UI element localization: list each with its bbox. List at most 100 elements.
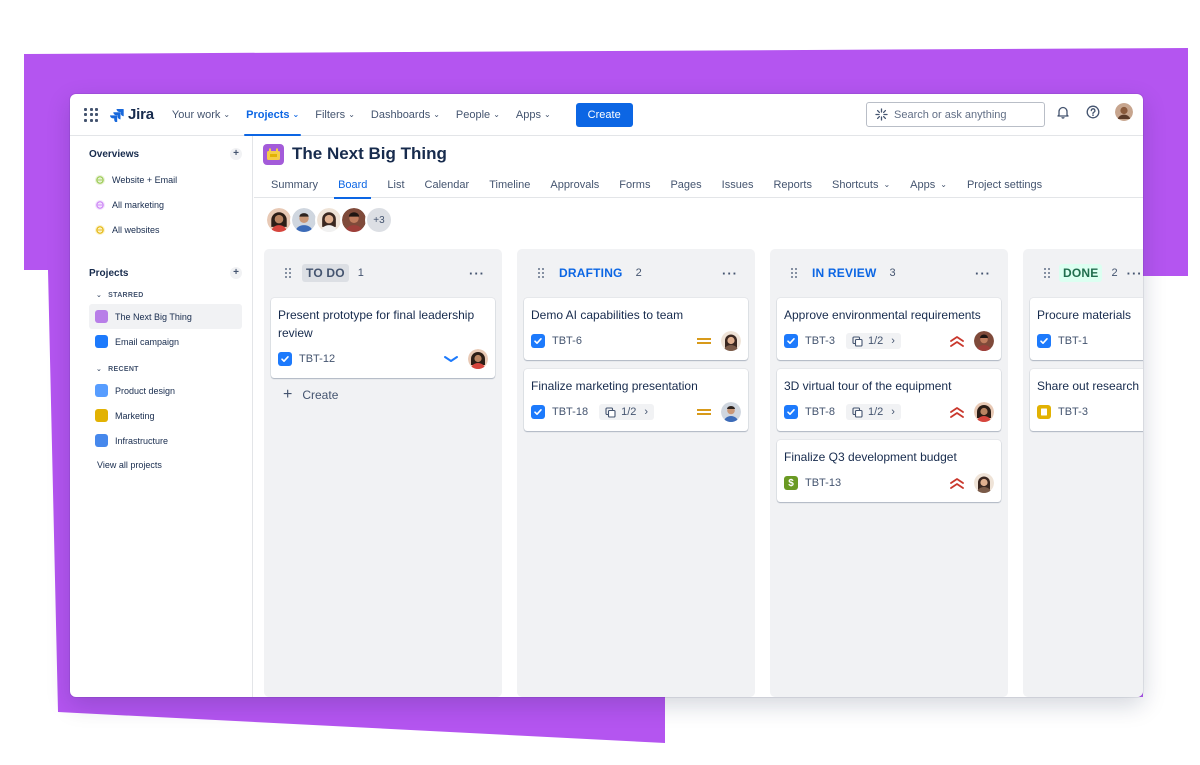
tab-forms[interactable]: Forms [609, 172, 660, 198]
chevron-down-icon: ⌄ [493, 110, 500, 119]
jira-logo[interactable]: Jira [110, 106, 154, 123]
globe-icon [95, 224, 105, 235]
subtasks-icon [605, 406, 616, 418]
tab-issues[interactable]: Issues [712, 172, 764, 198]
issue-card[interactable]: Share out research test results TBT-3 [1030, 369, 1143, 431]
nav-label: People [455, 108, 491, 121]
issue-card[interactable]: Approve environmental requirements TBT-3 1… [777, 298, 1001, 360]
more-options-icon[interactable]: ··· [469, 266, 485, 281]
tab-timeline[interactable]: Timeline [479, 172, 540, 198]
avatar[interactable] [315, 206, 343, 234]
drag-handle-icon[interactable] [538, 268, 546, 278]
tab-list[interactable]: List [377, 172, 414, 198]
assignee-avatar[interactable] [721, 331, 741, 351]
project-avatar-icon [95, 310, 108, 323]
column-header[interactable]: DRAFTING 2 ··· [524, 257, 748, 289]
nav-people[interactable]: People ⌄ [448, 94, 508, 136]
sidebar-item-all-websites[interactable]: All websites [70, 217, 252, 242]
nav-projects[interactable]: Projects ⌄ [238, 94, 307, 136]
drag-handle-icon[interactable] [791, 268, 799, 278]
view-all-projects-link[interactable]: View all projects [70, 453, 252, 477]
column-count: 3 [889, 267, 896, 279]
sidebar-item-email-campaign[interactable]: Email campaign [70, 329, 252, 354]
help-icon[interactable] [1085, 104, 1101, 120]
tab-summary[interactable]: Summary [262, 172, 328, 198]
sidebar-item-all-marketing[interactable]: All marketing [70, 192, 252, 217]
column-header[interactable]: TO DO 1 ··· [271, 257, 495, 289]
chevron-down-icon: ⌄ [348, 110, 355, 119]
tab-label: Board [338, 178, 368, 191]
subtasks-button[interactable]: 1/2 › [845, 404, 901, 420]
notifications-bell-icon[interactable] [1055, 104, 1071, 120]
priority-high-icon [949, 335, 965, 347]
avatar[interactable] [290, 206, 318, 234]
assignee-avatar[interactable] [974, 331, 994, 351]
issue-title: Demo AI capabilities to team [531, 308, 684, 322]
issue-card[interactable]: 3D virtual tour of the equipment TBT-8 1/2… [777, 369, 1001, 431]
more-options-icon[interactable]: ··· [975, 266, 991, 281]
logo-text: Jira [128, 106, 154, 123]
sidebar-item-next-big-thing[interactable]: The Next Big Thing [89, 304, 242, 329]
nav-your-work[interactable]: Your work ⌄ [164, 94, 238, 136]
drag-handle-icon[interactable] [285, 268, 293, 278]
tab-pages[interactable]: Pages [660, 172, 711, 198]
tab-shortcuts[interactable]: Shortcuts ⌄ [822, 172, 900, 198]
issue-footer: TBT-3 1/2 › [784, 328, 994, 354]
tab-approvals[interactable]: Approvals [540, 172, 609, 198]
nav-label: Projects [246, 108, 290, 121]
stage: Jira Your work ⌄ Projects ⌄ Filters ⌄ Dashb… [0, 0, 1200, 765]
starred-section[interactable]: ⌄ STARRED [70, 286, 252, 304]
add-project-icon[interactable]: + [230, 267, 242, 279]
drag-handle-icon[interactable] [1044, 268, 1050, 278]
avatar[interactable] [265, 206, 293, 234]
issue-key: TBT-1 [1058, 335, 1088, 347]
app-switcher-icon[interactable] [84, 107, 98, 122]
sidebar-item-product-design[interactable]: Product design [70, 378, 252, 403]
more-options-icon[interactable]: ··· [1127, 266, 1143, 281]
tab-apps[interactable]: Apps ⌄ [900, 172, 957, 198]
sidebar-item-marketing[interactable]: Marketing [70, 403, 252, 428]
issue-card[interactable]: Present prototype for final leadership r… [271, 298, 495, 378]
column-name: IN REVIEW [812, 266, 877, 280]
add-overview-icon[interactable]: + [230, 148, 242, 160]
recent-section[interactable]: ⌄ RECENT [70, 360, 252, 378]
tab-label: Approvals [550, 178, 600, 191]
subtasks-button[interactable]: 1/2 › [599, 404, 655, 420]
nav-dashboards[interactable]: Dashboards ⌄ [363, 94, 448, 136]
create-issue-button[interactable]: + Create [271, 379, 495, 411]
assignee-avatar[interactable] [974, 473, 994, 493]
sidebar-item-website-email[interactable]: Website + Email [70, 167, 252, 192]
tab-project-settings[interactable]: Project settings [957, 172, 1052, 198]
column-header[interactable]: DONE 2 ··· [1030, 257, 1143, 289]
issue-card[interactable]: Finalize marketing presentation TBT-18 1/2… [524, 369, 748, 431]
user-avatar[interactable] [1115, 103, 1133, 121]
nav-label: Filters [315, 108, 346, 121]
tab-board[interactable]: Board [328, 172, 377, 199]
more-people-button[interactable]: +3 [365, 206, 393, 234]
column-header[interactable]: IN REVIEW 3 ··· [777, 257, 1001, 289]
tab-calendar[interactable]: Calendar [415, 172, 480, 198]
issue-card[interactable]: Finalize Q3 development budget $ TBT-13 [777, 440, 1001, 502]
sidebar-item-infrastructure[interactable]: Infrastructure [70, 428, 252, 453]
priority-high-icon [949, 406, 965, 418]
avatar[interactable] [340, 206, 368, 234]
nav-filters[interactable]: Filters ⌄ [307, 94, 363, 136]
nav-apps[interactable]: Apps ⌄ [508, 94, 559, 136]
assignee-avatar[interactable] [974, 402, 994, 422]
assignee-avatar[interactable] [468, 349, 488, 369]
recent-label: RECENT [108, 365, 139, 373]
subtasks-button[interactable]: 1/2 › [845, 333, 901, 349]
tab-reports[interactable]: Reports [763, 172, 822, 198]
issue-title: Approve environmental requirements [784, 308, 981, 322]
more-options-icon[interactable]: ··· [722, 266, 738, 281]
search-input[interactable]: Search or ask anything [866, 102, 1045, 127]
issue-card[interactable]: Demo AI capabilities to team TBT-6 [524, 298, 748, 360]
task-checkbox-icon [531, 334, 545, 348]
issue-card[interactable]: Procure materials TBT-1 [1030, 298, 1143, 360]
issue-title: Procure materials [1037, 308, 1132, 322]
overviews-header: Overviews + [70, 144, 252, 164]
tab-label: Summary [271, 178, 319, 191]
assignee-avatar[interactable] [721, 402, 741, 422]
create-button[interactable]: Create [575, 102, 633, 127]
priority-low-icon [443, 353, 459, 365]
